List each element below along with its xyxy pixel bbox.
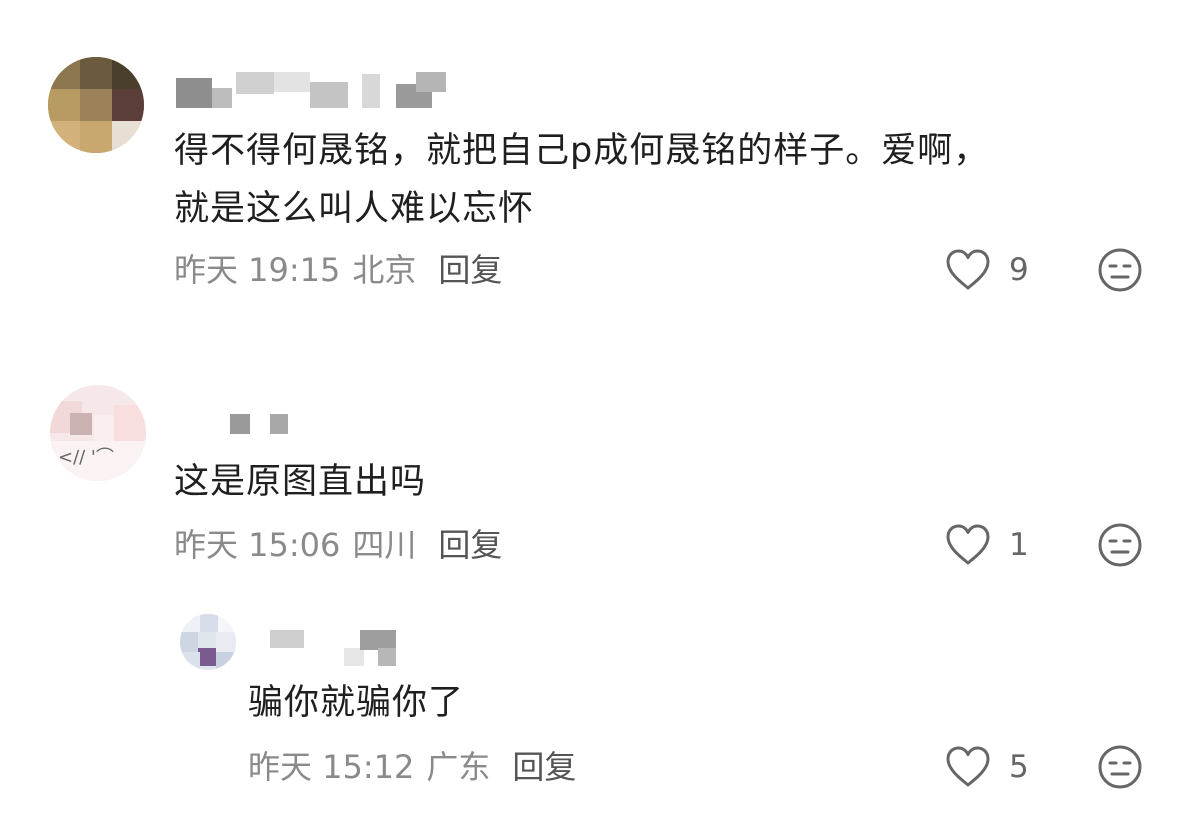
comment-time: 昨天 15:06 xyxy=(174,526,341,564)
comment-meta: 昨天 19:15 北京 回复 xyxy=(174,246,502,290)
username-blurred[interactable] xyxy=(230,410,300,450)
reply-button[interactable]: 回复 xyxy=(438,520,502,566)
reply-text: 骗你就骗你了 xyxy=(248,683,465,723)
comment-location: 北京 xyxy=(352,251,417,289)
avatar[interactable]: <∕∕ '⌒ xyxy=(50,385,146,481)
reply-button[interactable]: 回复 xyxy=(438,245,502,291)
reply-meta: 昨天 15:12 广东 回复 xyxy=(248,743,576,787)
reaction-button[interactable] xyxy=(1097,247,1143,293)
avatar[interactable] xyxy=(180,614,236,670)
comment-meta: 昨天 15:06 四川 回复 xyxy=(174,521,502,565)
like-count: 9 xyxy=(1009,252,1029,288)
heart-outline-icon xyxy=(946,249,990,290)
comment-time: 昨天 19:15 xyxy=(174,251,341,289)
comment-text: 得不得何晟铭，就把自己p成何晟铭的样子。爱啊， 就是这么叫人难以忘怀 xyxy=(174,131,990,229)
username-blurred[interactable] xyxy=(270,628,410,668)
comment-text: 这是原图直出吗 xyxy=(174,462,427,502)
reaction-button[interactable] xyxy=(1097,744,1143,790)
avatar[interactable] xyxy=(48,57,144,153)
comment-location: 四川 xyxy=(352,526,417,564)
reaction-button[interactable] xyxy=(1097,522,1143,568)
heart-outline-icon xyxy=(946,524,990,565)
reply-location: 广东 xyxy=(426,748,491,786)
meh-face-icon xyxy=(1098,523,1142,567)
reply-time: 昨天 15:12 xyxy=(248,748,415,786)
like-button[interactable]: 5 xyxy=(945,742,1039,792)
username-blurred[interactable] xyxy=(176,70,476,110)
like-button[interactable]: 9 xyxy=(945,245,1039,295)
like-button[interactable]: 1 xyxy=(945,520,1039,570)
meh-face-icon xyxy=(1098,745,1142,789)
like-count: 5 xyxy=(1009,749,1029,785)
like-count: 1 xyxy=(1009,527,1029,563)
reply-button[interactable]: 回复 xyxy=(512,742,576,788)
comment-list: 得不得何晟铭，就把自己p成何晟铭的样子。爱啊， 就是这么叫人难以忘怀 昨天 19… xyxy=(0,0,1200,821)
meh-face-icon xyxy=(1098,248,1142,292)
heart-outline-icon xyxy=(946,746,990,787)
